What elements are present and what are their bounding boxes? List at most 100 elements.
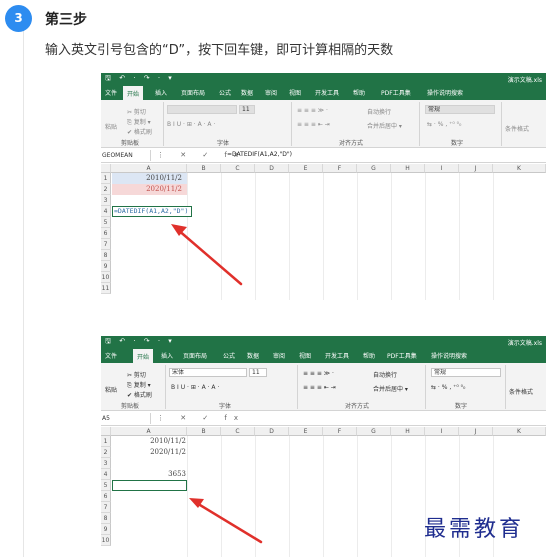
row-header[interactable]: 3 xyxy=(101,458,111,469)
tab-review[interactable]: 审阅 xyxy=(273,351,285,360)
worksheet-grid[interactable]: A B C D E F G H I J K 1 2 3 4 5 6 7 8 9 … xyxy=(101,164,546,300)
column-header-h[interactable]: H xyxy=(391,427,425,436)
column-header-g[interactable]: G xyxy=(357,427,391,436)
wrap-text-button[interactable]: 自动换行 xyxy=(367,107,391,116)
font-size-box[interactable]: 11 xyxy=(249,368,267,377)
tab-review[interactable]: 审阅 xyxy=(265,88,277,97)
merge-center-button[interactable]: 合并后居中 ▾ xyxy=(373,384,408,393)
quick-access-toolbar[interactable]: 🖫 ↶ · ↷ · ▾ xyxy=(105,337,175,348)
row-header[interactable]: 4 xyxy=(101,469,111,480)
align-top-buttons[interactable]: ≡ ≡ ≡ ≫ · xyxy=(297,107,328,114)
column-header-d[interactable]: D xyxy=(255,427,289,436)
column-header-b[interactable]: B xyxy=(187,164,221,173)
select-all-corner[interactable] xyxy=(101,164,111,173)
column-header-b[interactable]: B xyxy=(187,427,221,436)
align-bottom-buttons[interactable]: ≡ ≡ ≡ ⇤ ⇥ xyxy=(297,121,330,128)
conditional-format-button[interactable]: 条件格式 xyxy=(509,387,533,396)
font-style-buttons[interactable]: B I U · ⊞ · A · A · xyxy=(167,121,215,128)
name-box[interactable]: A5 xyxy=(101,413,151,424)
format-painter-button[interactable]: ✔ 格式刷 xyxy=(127,390,152,399)
row-header[interactable]: 2 xyxy=(101,184,111,195)
tab-help[interactable]: 帮助 xyxy=(363,351,375,360)
tab-formulas[interactable]: 公式 xyxy=(219,88,231,97)
tab-view[interactable]: 视图 xyxy=(299,351,311,360)
tab-page-layout[interactable]: 页面布局 xyxy=(181,88,205,97)
cell-a2[interactable]: 2020/11/2 xyxy=(112,184,187,195)
font-name-box[interactable]: 宋体 xyxy=(169,368,247,377)
tab-formulas[interactable]: 公式 xyxy=(223,351,235,360)
name-box[interactable]: GEOMEAN xyxy=(101,150,151,161)
align-top-buttons[interactable]: ≡ ≡ ≡ ≫ · xyxy=(303,370,334,377)
wrap-text-button[interactable]: 自动换行 xyxy=(373,370,397,379)
column-header-k[interactable]: K xyxy=(493,164,546,173)
row-header[interactable]: 1 xyxy=(101,173,111,184)
row-header[interactable]: 2 xyxy=(101,447,111,458)
formula-bar-icons[interactable]: ⋮ ✕ ✓ fx xyxy=(157,414,245,422)
row-header[interactable]: 3 xyxy=(101,195,111,206)
row-header[interactable]: 5 xyxy=(101,217,111,228)
quick-access-toolbar[interactable]: 🖫 ↶ · ↷ · ▾ xyxy=(105,74,175,85)
column-header-e[interactable]: E xyxy=(289,164,323,173)
align-bottom-buttons[interactable]: ≡ ≡ ≡ ⇤ ⇥ xyxy=(303,384,336,391)
cell-a2[interactable]: 2020/11/2 xyxy=(112,447,187,458)
tab-data[interactable]: 数据 xyxy=(247,351,259,360)
column-header-c[interactable]: C xyxy=(221,427,255,436)
row-header[interactable]: 9 xyxy=(101,261,111,272)
tab-file[interactable]: 文件 xyxy=(105,88,117,97)
tab-help[interactable]: 帮助 xyxy=(353,88,365,97)
copy-button[interactable]: ⎘ 复制 ▾ xyxy=(127,380,151,390)
tell-me-search[interactable]: 操作说明搜索 xyxy=(427,88,463,97)
row-header[interactable]: 6 xyxy=(101,491,111,502)
cell-a1[interactable]: 2010/11/2 xyxy=(112,436,187,447)
conditional-format-button[interactable]: 条件格式 xyxy=(505,124,529,133)
number-format-buttons[interactable]: ⇆ · % , ⁺⁰ ⁰₀ xyxy=(427,121,461,128)
column-header-f[interactable]: F xyxy=(323,427,357,436)
number-format-box[interactable]: 常规 xyxy=(431,368,501,377)
column-header-d[interactable]: D xyxy=(255,164,289,173)
column-header-j[interactable]: J xyxy=(459,427,493,436)
row-header[interactable]: 8 xyxy=(101,250,111,261)
row-header[interactable]: 11 xyxy=(101,283,111,294)
tab-developer[interactable]: 开发工具 xyxy=(315,88,339,97)
tab-developer[interactable]: 开发工具 xyxy=(325,351,349,360)
select-all-corner[interactable] xyxy=(101,427,111,436)
merge-center-button[interactable]: 合并后居中 ▾ xyxy=(367,121,402,130)
row-header[interactable]: 1 xyxy=(101,436,111,447)
font-name-box[interactable] xyxy=(167,105,237,114)
column-header-i[interactable]: I xyxy=(425,427,459,436)
column-header-a[interactable]: A xyxy=(111,427,187,436)
row-header[interactable]: 8 xyxy=(101,513,111,524)
copy-button[interactable]: ⎘ 复制 ▾ xyxy=(127,117,151,127)
column-header-f[interactable]: F xyxy=(323,164,357,173)
font-style-buttons[interactable]: B I U · ⊞ · A · A · xyxy=(171,384,219,391)
selected-cell-a5[interactable] xyxy=(112,480,187,491)
paste-button[interactable]: 粘贴 xyxy=(105,122,117,131)
format-painter-button[interactable]: ✔ 格式刷 xyxy=(127,127,152,136)
formula-input[interactable]: =DATEDIF(A1,A2,"D") xyxy=(227,151,292,158)
column-header-c[interactable]: C xyxy=(221,164,255,173)
paste-button[interactable]: 粘贴 xyxy=(105,385,117,394)
tab-file[interactable]: 文件 xyxy=(105,351,117,360)
cell-a4-result[interactable]: 3653 xyxy=(112,469,187,480)
tell-me-search[interactable]: 操作说明搜索 xyxy=(431,351,467,360)
tab-pdf-tools[interactable]: PDF工具集 xyxy=(381,88,411,97)
column-header-a[interactable]: A xyxy=(111,164,187,173)
row-header[interactable]: 5 xyxy=(101,480,111,491)
column-header-g[interactable]: G xyxy=(357,164,391,173)
tab-page-layout[interactable]: 页面布局 xyxy=(183,351,207,360)
column-header-h[interactable]: H xyxy=(391,164,425,173)
column-header-k[interactable]: K xyxy=(493,427,546,436)
tab-home[interactable]: 开始 xyxy=(133,349,154,363)
row-header[interactable]: 6 xyxy=(101,228,111,239)
font-size-box[interactable]: 11 xyxy=(239,105,255,114)
row-header[interactable]: 10 xyxy=(101,535,111,546)
row-header[interactable]: 7 xyxy=(101,239,111,250)
cut-button[interactable]: ✂ 剪切 xyxy=(127,107,146,116)
tab-home[interactable]: 开始 xyxy=(123,86,144,100)
column-header-j[interactable]: J xyxy=(459,164,493,173)
column-header-e[interactable]: E xyxy=(289,427,323,436)
row-header[interactable]: 10 xyxy=(101,272,111,283)
row-header[interactable]: 7 xyxy=(101,502,111,513)
column-header-i[interactable]: I xyxy=(425,164,459,173)
tab-insert[interactable]: 插入 xyxy=(155,88,167,97)
